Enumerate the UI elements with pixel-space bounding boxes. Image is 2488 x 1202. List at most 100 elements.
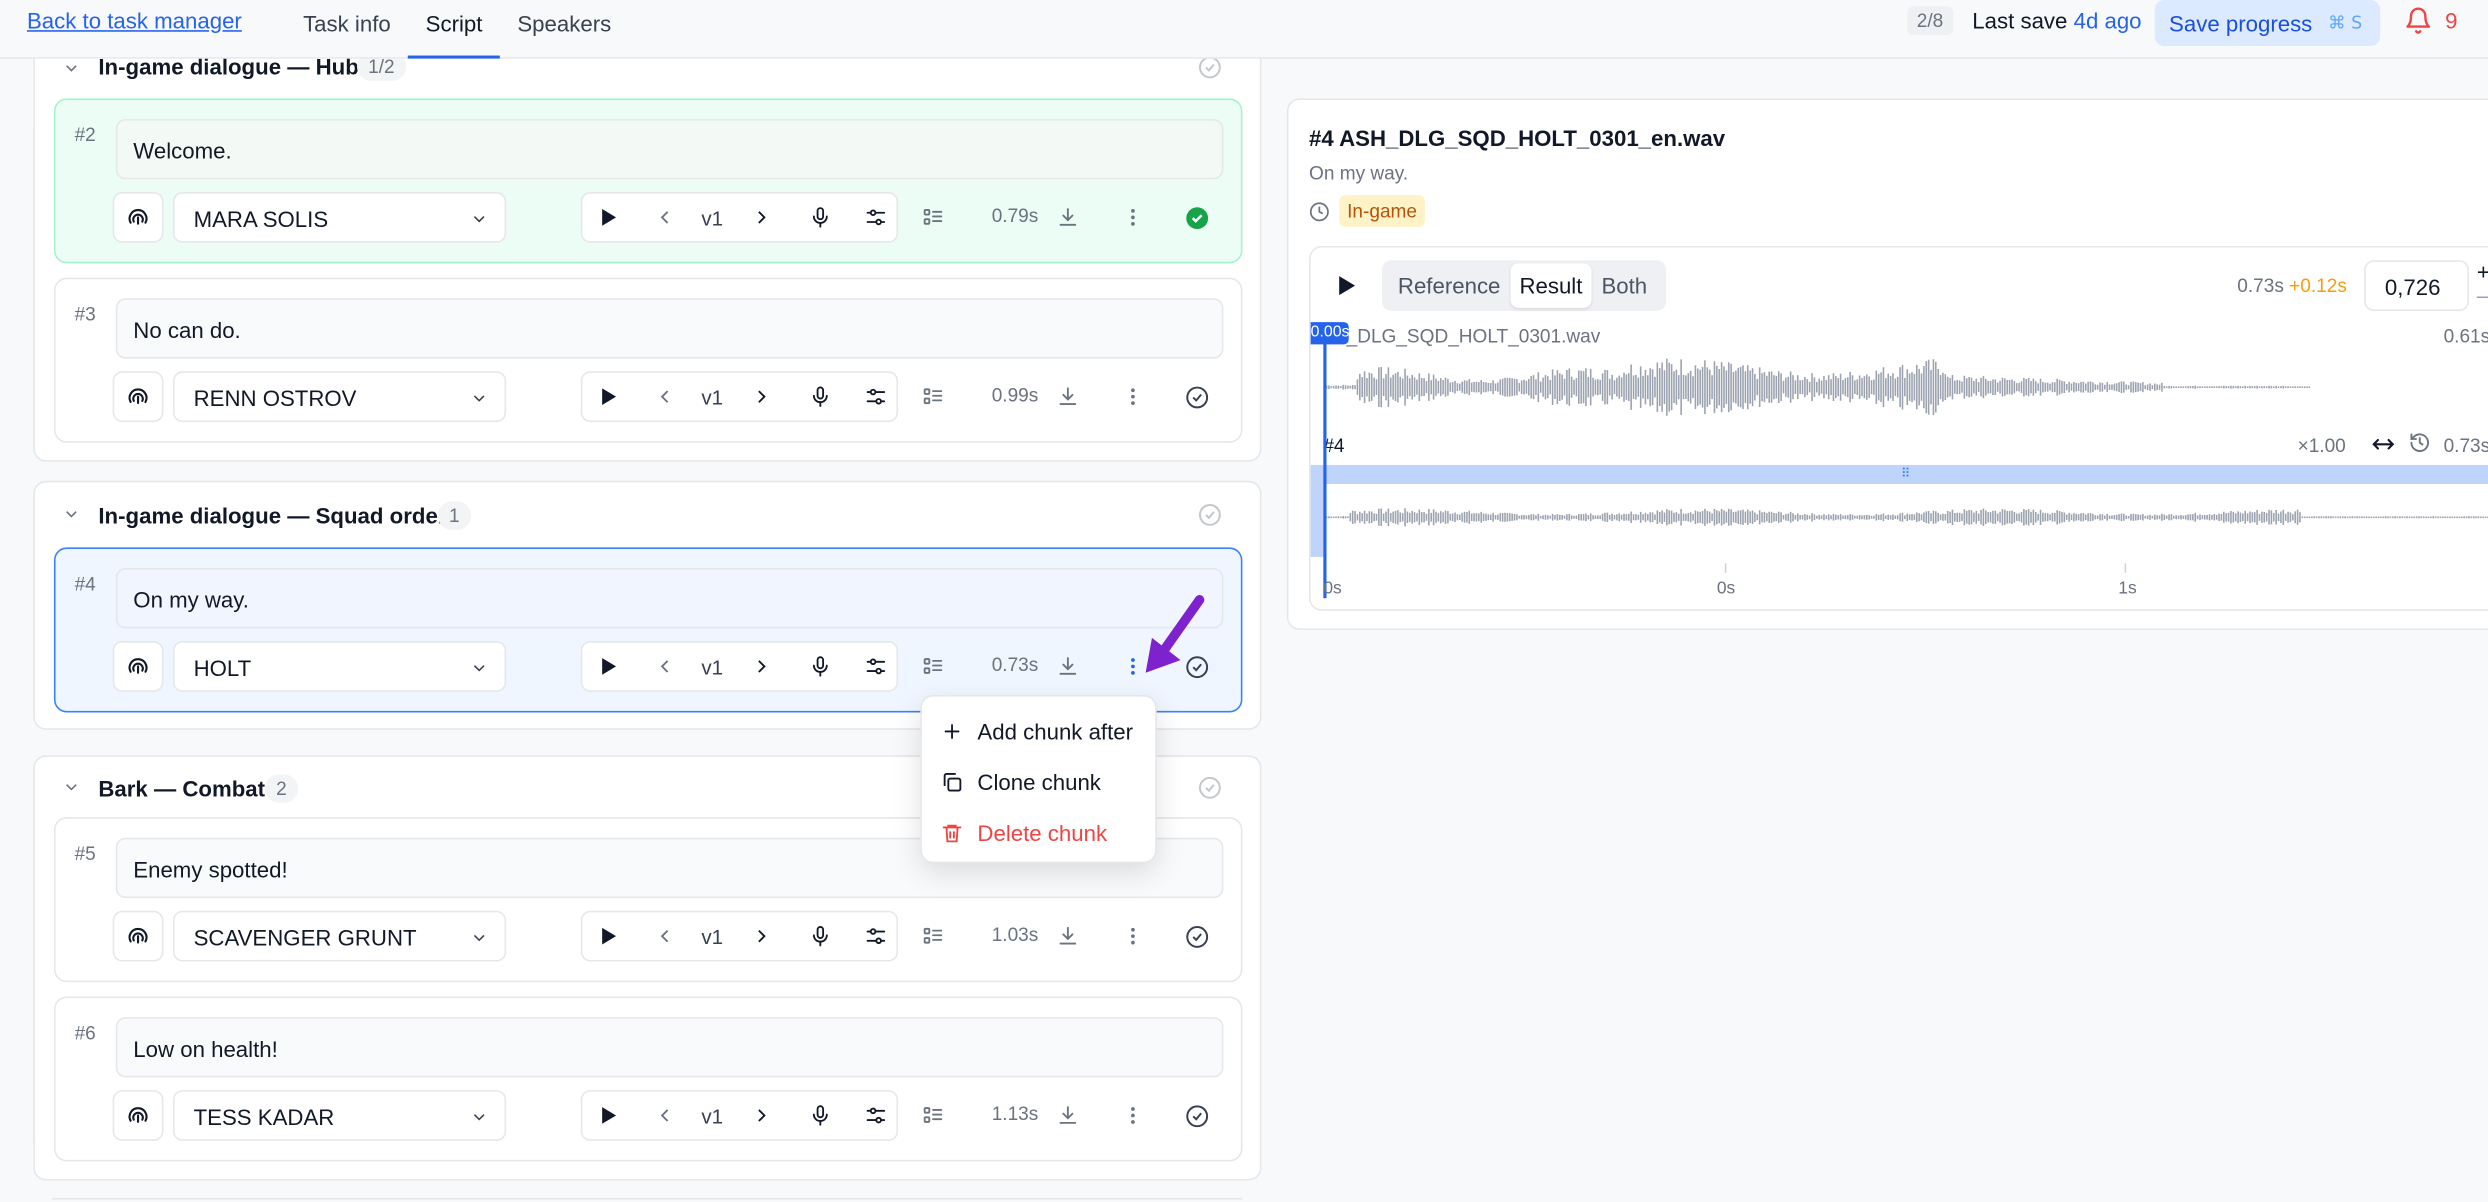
voice-settings-button[interactable] [112, 910, 164, 962]
check-circle-icon[interactable] [1198, 58, 1222, 80]
notifications-button[interactable]: 9 [2404, 6, 2458, 35]
fingerprint-icon [128, 658, 148, 674]
grip-icon[interactable]: ⠿ [1901, 467, 1920, 481]
tick-mark [1724, 563, 1727, 573]
download-icon[interactable] [1057, 655, 1079, 677]
reset-icon[interactable] [2409, 432, 2431, 454]
speaker-select[interactable]: RENN OSTROV [172, 371, 507, 423]
increment-button[interactable]: + [2477, 259, 2488, 284]
chevron-down-icon[interactable] [62, 59, 81, 78]
microphone-icon[interactable] [809, 1104, 831, 1126]
version-label: v1 [701, 385, 724, 410]
list-check-icon[interactable] [922, 386, 944, 408]
playhead[interactable] [1323, 325, 1327, 599]
list-check-icon[interactable] [922, 206, 944, 228]
group-header[interactable]: In-game dialogue — Squad order 1 [35, 482, 1260, 536]
chunk-row[interactable]: #2 Welcome. MARA SOLIS v1 0.79s [53, 98, 1243, 264]
chevron-left-icon[interactable] [654, 925, 676, 947]
download-icon[interactable] [1057, 206, 1079, 228]
chevron-left-icon[interactable] [654, 1104, 676, 1126]
chevron-down-icon[interactable] [62, 777, 81, 796]
result-time: 0.73s [2443, 434, 2488, 457]
chunk-text-input[interactable]: Welcome. [115, 119, 1224, 180]
chevron-right-icon[interactable] [751, 925, 773, 947]
sliders-icon[interactable] [865, 655, 887, 677]
chunk-row[interactable]: #3 No can do. RENN OSTROV v1 0.99s [53, 277, 1243, 443]
more-vertical-icon[interactable] [1122, 1104, 1144, 1126]
voice-settings-button[interactable] [112, 1090, 164, 1141]
sliders-icon[interactable] [865, 206, 887, 228]
chevron-left-icon[interactable] [654, 655, 676, 677]
voice-settings-button[interactable] [112, 641, 164, 692]
more-vertical-icon[interactable] [1122, 925, 1144, 947]
decrement-button[interactable]: – [2477, 282, 2488, 307]
speed-input[interactable]: 0,726 [2364, 260, 2469, 311]
chunk-row[interactable]: #6 Low on health! TESS KADAR v1 1.13s [53, 996, 1243, 1162]
chunk-row[interactable]: #4 On my way. HOLT v1 0.73s [53, 547, 1243, 713]
speaker-select[interactable]: HOLT [172, 641, 507, 692]
voice-settings-button[interactable] [112, 191, 164, 243]
list-check-icon[interactable] [922, 1104, 944, 1126]
sliders-icon[interactable] [865, 1104, 887, 1126]
voice-settings-button[interactable] [112, 371, 164, 423]
list-check-icon[interactable] [922, 655, 944, 677]
list-check-icon[interactable] [922, 925, 944, 947]
play-icon[interactable] [597, 655, 619, 677]
chevron-right-icon[interactable] [751, 206, 773, 228]
stretch-icon[interactable] [2371, 432, 2396, 457]
download-icon[interactable] [1057, 925, 1079, 947]
chunk-text-input[interactable]: Low on health! [115, 1017, 1224, 1078]
chevron-right-icon[interactable] [751, 1104, 773, 1126]
microphone-icon[interactable] [809, 925, 831, 947]
speaker-select[interactable]: TESS KADAR [172, 1090, 507, 1141]
check-circle-icon[interactable] [1185, 925, 1209, 949]
sliders-icon[interactable] [865, 386, 887, 408]
play-icon[interactable] [1333, 273, 1358, 298]
check-circle-icon[interactable] [1198, 776, 1222, 800]
chunk-text-input[interactable]: No can do. [115, 298, 1224, 359]
selection-region[interactable] [1310, 464, 2488, 484]
speaker-select[interactable]: MARA SOLIS [172, 191, 507, 243]
mode-result[interactable]: Result [1509, 263, 1592, 308]
save-progress-button[interactable]: Save progress ⌘ S [2154, 0, 2381, 47]
sliders-icon[interactable] [865, 925, 887, 947]
play-icon[interactable] [597, 206, 619, 228]
last-save-ago: 4d ago [2073, 7, 2142, 34]
more-vertical-icon[interactable] [1122, 206, 1144, 228]
check-circle-icon[interactable] [1198, 503, 1222, 527]
chevron-left-icon[interactable] [654, 386, 676, 408]
mode-reference[interactable]: Reference [1388, 263, 1510, 307]
chevron-down-icon[interactable] [62, 505, 81, 524]
check-circle-icon[interactable] [1185, 1104, 1209, 1128]
fingerprint-icon [128, 927, 148, 944]
tab-task-info[interactable]: Task info [286, 0, 409, 59]
add-chunk-after-item[interactable]: Add chunk after [941, 714, 1133, 749]
back-to-task-manager-link[interactable]: Back to task manager [27, 8, 242, 33]
chevron-right-icon[interactable] [751, 386, 773, 408]
speaker-select[interactable]: SCAVENGER GRUNT [172, 910, 507, 962]
microphone-icon[interactable] [809, 655, 831, 677]
play-icon[interactable] [597, 386, 619, 408]
clone-chunk-item[interactable]: Clone chunk [941, 765, 1101, 800]
notifications-count: 9 [2445, 7, 2458, 34]
play-icon[interactable] [597, 1104, 619, 1126]
play-icon[interactable] [597, 925, 619, 947]
download-icon[interactable] [1057, 386, 1079, 408]
tab-speakers[interactable]: Speakers [500, 0, 629, 59]
microphone-icon[interactable] [809, 386, 831, 408]
download-icon[interactable] [1057, 1104, 1079, 1126]
check-circle-filled-icon[interactable] [1185, 206, 1209, 230]
region-handle[interactable] [1310, 483, 1324, 557]
chunk-text-input[interactable]: On my way. [115, 568, 1224, 629]
delete-chunk-item[interactable]: Delete chunk [941, 816, 1107, 851]
reference-waveform[interactable] [1326, 355, 2311, 418]
chevron-right-icon[interactable] [751, 655, 773, 677]
more-vertical-icon[interactable] [1122, 386, 1144, 408]
chevron-left-icon[interactable] [654, 206, 676, 228]
check-circle-icon[interactable] [1185, 386, 1209, 410]
microphone-icon[interactable] [809, 206, 831, 228]
result-waveform[interactable] [1326, 489, 2488, 546]
group-header[interactable]: In-game dialogue — Hub 1/2 [35, 58, 1260, 83]
mode-both[interactable]: Both [1592, 263, 1657, 307]
tab-script[interactable]: Script [408, 0, 500, 59]
